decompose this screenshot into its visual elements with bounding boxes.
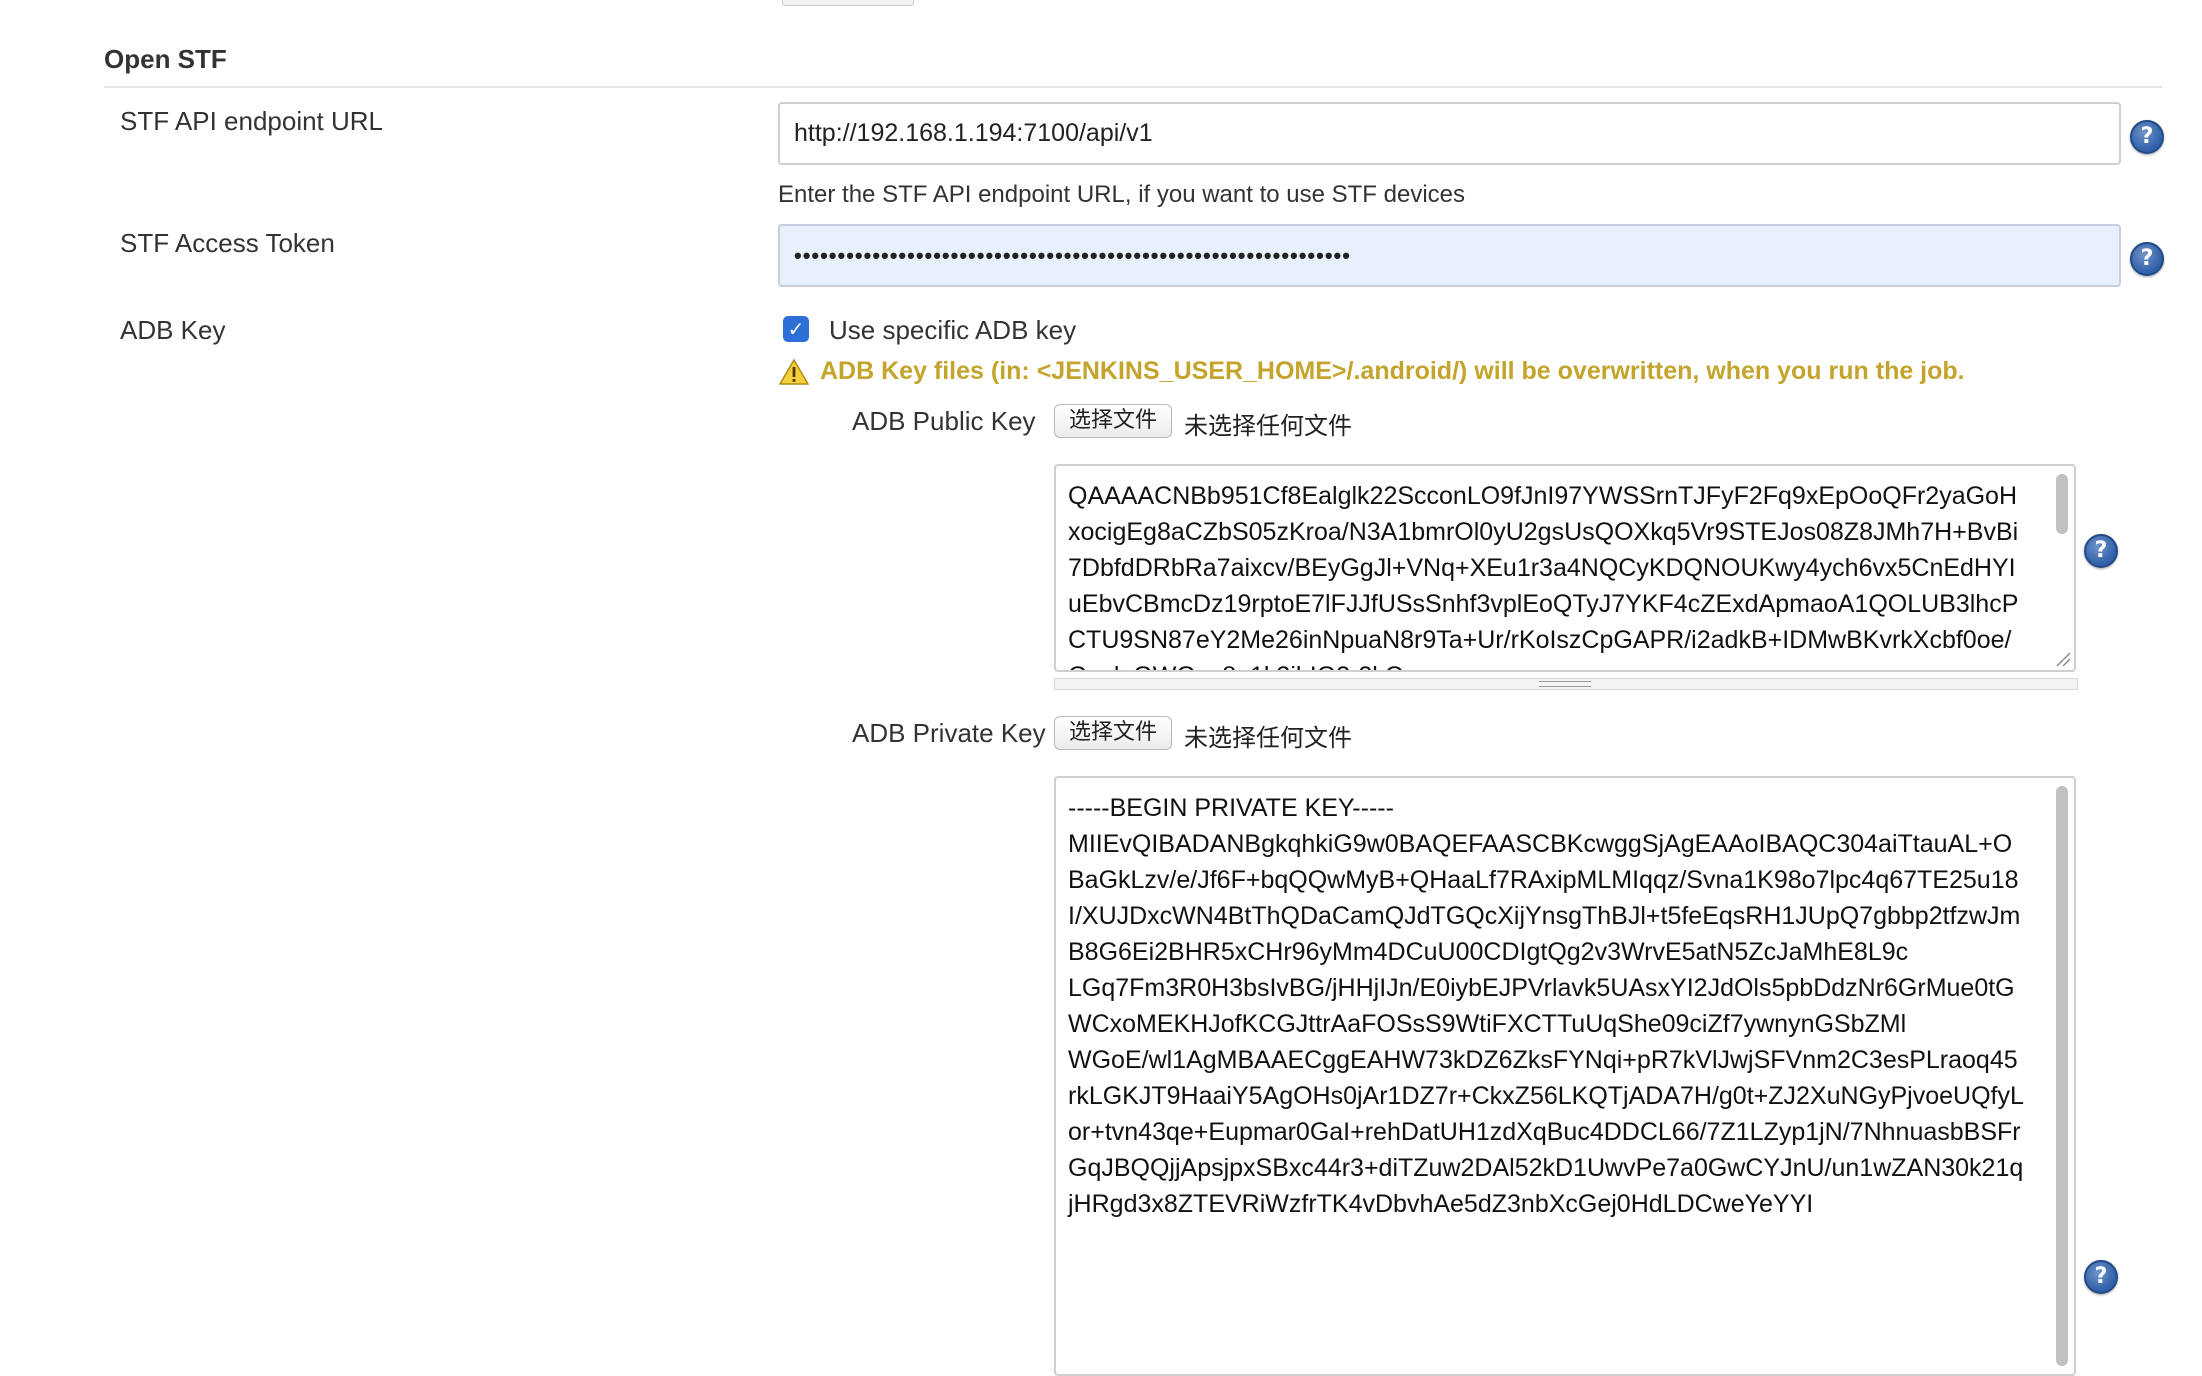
private-key-textarea[interactable]: -----BEGIN PRIVATE KEY----- MIIEvQIBADAN… xyxy=(1054,776,2076,1376)
private-key-help-icon[interactable]: ? xyxy=(2084,1260,2118,1294)
stf-token-help-icon[interactable]: ? xyxy=(2130,242,2164,276)
stf-url-input[interactable] xyxy=(778,102,2121,165)
adb-key-label: ADB Key xyxy=(120,315,226,345)
public-key-content: QAAAACNBb951Cf8Ealglk22ScconLO9fJnI97YWS… xyxy=(1068,482,2019,670)
adb-private-key-label: ADB Private Key xyxy=(852,718,1046,748)
private-key-choose-file-button[interactable]: 选择文件 xyxy=(1054,716,1173,750)
stf-token-label: STF Access Token xyxy=(120,228,335,258)
section-divider xyxy=(104,86,2162,88)
use-specific-adb-key-checkbox[interactable]: ✓ xyxy=(783,316,809,342)
public-key-resize-bar[interactable] xyxy=(1054,678,2078,690)
section-title: Open STF xyxy=(104,44,227,74)
private-key-no-file-text: 未选择任何文件 xyxy=(1184,724,1352,752)
public-key-textarea[interactable]: QAAAACNBb951Cf8Ealglk22ScconLO9fJnI97YWS… xyxy=(1054,464,2076,672)
resize-handle-icon[interactable] xyxy=(2055,651,2071,667)
private-key-content: -----BEGIN PRIVATE KEY----- MIIEvQIBADAN… xyxy=(1068,794,2024,1218)
adb-public-key-label: ADB Public Key xyxy=(852,406,1036,436)
stf-url-label: STF API endpoint URL xyxy=(120,106,384,136)
stf-token-input[interactable] xyxy=(778,224,2121,287)
stf-url-hint: Enter the STF API endpoint URL, if you w… xyxy=(778,181,1465,208)
private-key-scrollbar[interactable] xyxy=(2054,782,2070,1370)
public-key-scrollbar[interactable] xyxy=(2054,470,2070,666)
public-key-no-file-text: 未选择任何文件 xyxy=(1184,412,1352,440)
resize-grip-icon[interactable] xyxy=(1539,681,1591,687)
warning-icon xyxy=(779,358,809,385)
public-key-choose-file-button[interactable]: 选择文件 xyxy=(1054,404,1173,438)
use-specific-adb-key-label[interactable]: Use specific ADB key xyxy=(829,315,1076,346)
private-key-scroll-thumb[interactable] xyxy=(2056,786,2068,1366)
adb-key-warning: ADB Key files (in: <JENKINS_USER_HOME>/.… xyxy=(820,357,1965,385)
previous-section-button-stub[interactable] xyxy=(782,0,914,6)
stf-url-help-icon[interactable]: ? xyxy=(2130,120,2164,154)
public-key-scroll-thumb[interactable] xyxy=(2056,474,2068,534)
public-key-help-icon[interactable]: ? xyxy=(2084,534,2118,568)
